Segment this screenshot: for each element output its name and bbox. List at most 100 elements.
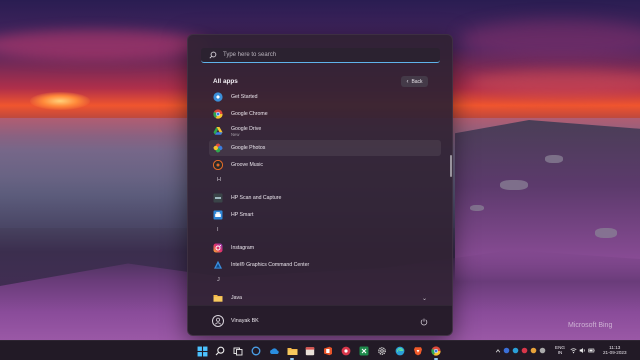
app-name: Groove Music [231,162,263,168]
app-item-hp-smart[interactable]: HP Smart [209,207,433,223]
taskbar-edge[interactable] [394,345,406,357]
tray-app-2[interactable] [512,347,519,354]
clock-date: 21-09-2023 [603,350,627,356]
back-button[interactable]: ‹ Back [401,76,428,87]
start-button[interactable] [196,345,208,357]
volume-status[interactable] [579,347,586,354]
start-menu: Type here to search All apps ‹ Back Get … [187,34,453,336]
edge-icon [395,346,405,356]
wallpaper-cloud [460,20,640,60]
letter-header-i[interactable]: I [217,227,219,233]
app-item-instagram[interactable]: Instagram [209,240,433,256]
avatar-icon [212,315,224,327]
app-item-java-folder[interactable]: Java ⌄ [209,290,433,306]
app-item-google-photos[interactable]: Google Photos [209,140,441,156]
wallpaper-cloud [0,30,210,60]
wifi-status[interactable] [570,347,577,354]
power-icon [420,318,428,326]
hp-scan-icon [213,193,223,203]
chevron-down-icon[interactable]: ⌄ [422,295,427,302]
letter-header-h[interactable]: H [217,177,221,183]
new-badge: New [231,131,240,137]
cortana-icon [251,346,261,356]
taskbar-app-red[interactable] [340,345,352,357]
app-list-scrollbar[interactable] [450,155,452,177]
groove-music-icon [213,160,223,170]
tray-app-3[interactable] [521,347,528,354]
wallpaper-rock [500,180,528,190]
tray-overflow-chevron[interactable] [494,347,501,354]
calendar-icon [305,347,315,356]
start-menu-footer: Vinayak BK [188,305,452,335]
taskbar-office[interactable] [322,345,334,357]
chevron-left-icon: ‹ [406,78,409,85]
language-indicator[interactable]: ENG IN [555,345,565,356]
wallpaper-rock [545,155,563,163]
get-started-icon [213,92,223,102]
hp-smart-icon [213,210,223,220]
app-item-google-drive[interactable]: Google Drive New [209,122,433,140]
instagram-icon [213,243,223,253]
user-name: Vinayak BK [231,318,259,324]
bing-watermark: Microsoft Bing [568,322,613,329]
letter-header-j[interactable]: J [217,277,220,283]
tray-app-1[interactable] [503,347,510,354]
search-placeholder: Type here to search [223,52,277,58]
tray-app-5[interactable] [539,347,546,354]
speaker-icon [579,347,585,354]
app-item-hp-scan[interactable]: HP Scan and Capture [209,190,433,206]
google-drive-icon [213,126,223,136]
power-button[interactable] [418,316,430,328]
running-indicator [290,358,294,360]
user-account-button[interactable]: Vinayak BK [212,315,259,327]
tray-app-icon [539,347,546,354]
taskbar-settings[interactable] [376,345,388,357]
office-icon [324,346,332,356]
app-item-groove-music[interactable]: Groove Music [209,157,433,173]
search-icon [207,49,219,61]
battery-status[interactable] [588,347,595,354]
app-name: Java [231,295,242,301]
brave-icon [414,347,422,356]
taskbar-brave[interactable] [412,345,424,357]
taskbar: ENG IN 11:13 21-09-2023 [0,340,640,360]
all-apps-title: All apps [213,78,238,85]
app-name: Get Started [231,94,258,100]
app-icon [341,346,351,356]
google-photos-icon [213,143,223,153]
tray-app-4[interactable] [530,347,537,354]
windows-logo-icon [197,346,207,356]
taskbar-excel[interactable] [358,345,370,357]
app-list: Get Started Google Chrome Google Drive N… [201,89,447,307]
wallpaper-cloud [470,70,640,96]
tray-app-icon [503,347,510,354]
app-item-google-chrome[interactable]: Google Chrome [209,106,433,122]
file-explorer-icon [287,348,297,355]
app-name: HP Smart [231,212,254,218]
taskbar-file-explorer[interactable] [286,345,298,357]
cortana-button[interactable] [250,345,262,357]
app-item-get-started[interactable]: Get Started [209,89,433,105]
task-view-button[interactable] [232,345,244,357]
taskbar-search-button[interactable] [214,345,226,357]
search-icon [215,346,225,356]
taskbar-chrome[interactable] [430,345,442,357]
wallpaper-rock [470,205,484,211]
task-view-icon [233,347,243,356]
search-input[interactable]: Type here to search [201,48,440,63]
app-item-intel-graphics[interactable]: Intel® Graphics Command Center [209,257,433,273]
excel-icon [359,346,369,356]
region-code: IN [557,350,563,356]
battery-icon [588,348,595,353]
wallpaper-rock [595,228,617,238]
onedrive-icon [269,348,279,354]
taskbar-onedrive[interactable] [268,345,280,357]
app-name: HP Scan and Capture [231,195,282,201]
clock[interactable]: 11:13 21-09-2023 [603,345,627,356]
wifi-icon [570,348,577,354]
taskbar-calendar[interactable] [304,345,316,357]
back-label: Back [411,78,423,85]
wallpaper-sunset [30,92,90,110]
running-indicator [434,358,438,360]
folder-icon [213,293,223,303]
